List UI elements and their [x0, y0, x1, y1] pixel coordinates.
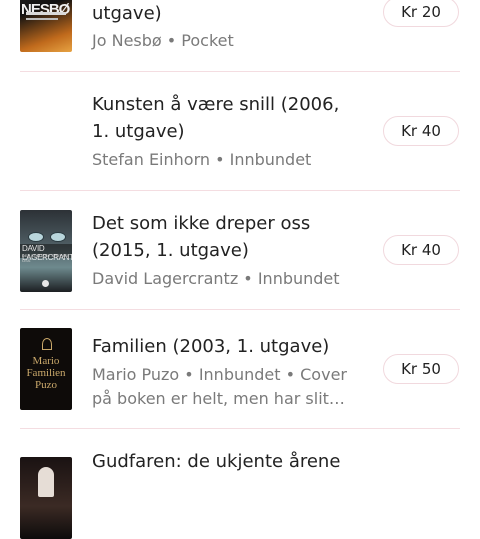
cover-eye-graphic	[50, 232, 66, 242]
book-title[interactable]: Det som ikke dreper oss (2015, 1. utgave…	[92, 210, 362, 264]
price-button[interactable]: Kr 20	[383, 0, 459, 27]
row-divider	[20, 71, 460, 72]
book-title[interactable]: Familien (2003, 1. utgave)	[92, 333, 362, 360]
book-meta: Stefan Einhorn • Innbundet	[92, 150, 312, 169]
cover-eye-graphic	[28, 232, 44, 242]
book-cover-image[interactable]: Mario Familien Puzo	[20, 328, 72, 410]
book-meta: Jo Nesbø • Pocket	[92, 31, 234, 50]
cover-title-text: DET SOM IKKE DREPER OSS	[22, 253, 69, 263]
cover-publisher-logo	[42, 280, 49, 287]
cover-ornament	[42, 338, 52, 350]
book-meta: David Lagercrantz • Innbundet	[92, 269, 340, 288]
cover-decoration	[26, 12, 66, 15]
cover-figure	[38, 467, 54, 497]
book-title[interactable]: Gudfaren: de ukjente årene	[92, 448, 392, 475]
book-meta: Mario Puzo • Innbundet • Cover på boken …	[92, 365, 347, 408]
book-cover-image[interactable]: DAVID LAGERCRANTZ DET SOM IKKE DREPER OS…	[20, 210, 72, 292]
row-divider	[20, 428, 460, 429]
price-button[interactable]: Kr 40	[383, 116, 459, 146]
cover-decoration	[26, 18, 58, 20]
book-cover-image[interactable]	[20, 457, 72, 539]
book-cover-image[interactable]: JO NESBØ	[20, 0, 72, 52]
book-title[interactable]: utgave)	[92, 0, 362, 27]
cover-author-text: Mario	[32, 355, 60, 367]
cover-author-text: Puzo	[35, 379, 57, 391]
row-divider	[20, 190, 460, 191]
book-title[interactable]: Kunsten å være snill (2006, 1. utgave)	[92, 91, 362, 145]
price-button[interactable]: Kr 40	[383, 235, 459, 265]
row-divider	[20, 309, 460, 310]
cover-title-text: Familien	[26, 367, 66, 379]
cover-author-text: JO NESBØ	[21, 0, 70, 18]
price-button[interactable]: Kr 50	[383, 354, 459, 384]
